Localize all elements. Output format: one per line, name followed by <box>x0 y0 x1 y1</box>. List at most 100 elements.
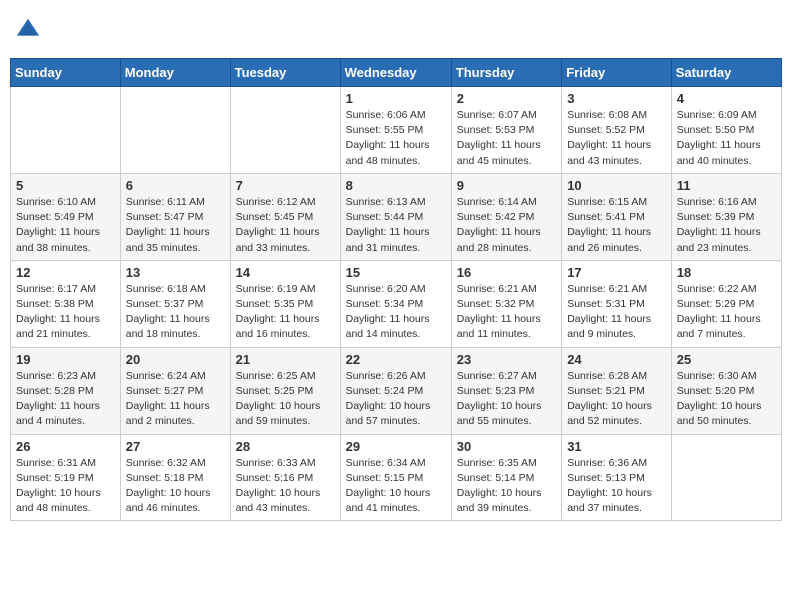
logo <box>14 16 46 44</box>
day-info: Sunrise: 6:26 AM Sunset: 5:24 PM Dayligh… <box>346 369 446 430</box>
calendar: SundayMondayTuesdayWednesdayThursdayFrid… <box>10 58 782 521</box>
week-row-4: 19Sunrise: 6:23 AM Sunset: 5:28 PM Dayli… <box>11 347 782 434</box>
day-number: 10 <box>567 178 666 193</box>
week-row-2: 5 Sunrise: 6:10 AM Sunset: 5:49 PM Daylig… <box>11 173 782 260</box>
day-info: Sunrise: 6:16 AM Sunset: 5:39 PM Dayligh… <box>677 195 776 256</box>
calendar-cell: 19Sunrise: 6:23 AM Sunset: 5:28 PM Dayli… <box>11 347 121 434</box>
day-number: 21 <box>236 352 335 367</box>
calendar-cell <box>671 434 781 521</box>
day-number: 3 <box>567 91 666 106</box>
day-number: 2 <box>457 91 556 106</box>
week-row-1: 1 Sunrise: 6:06 AM Sunset: 5:55 PM Daylig… <box>11 87 782 174</box>
day-info: Sunrise: 6:33 AM Sunset: 5:16 PM Dayligh… <box>236 456 335 517</box>
day-info: Sunrise: 6:21 AM Sunset: 5:31 PM Dayligh… <box>567 282 666 343</box>
day-info: Sunrise: 6:24 AM Sunset: 5:27 PM Dayligh… <box>126 369 225 430</box>
calendar-cell: 23 Sunrise: 6:27 AM Sunset: 5:23 PM Dayli… <box>451 347 561 434</box>
day-number: 25 <box>677 352 776 367</box>
day-info: Sunrise: 6:08 AM Sunset: 5:52 PM Dayligh… <box>567 108 666 169</box>
day-info: Sunrise: 6:31 AM Sunset: 5:19 PM Dayligh… <box>16 456 115 517</box>
day-number: 17 <box>567 265 666 280</box>
calendar-cell: 31Sunrise: 6:36 AM Sunset: 5:13 PM Dayli… <box>562 434 672 521</box>
day-number: 1 <box>346 91 446 106</box>
weekday-header-saturday: Saturday <box>671 59 781 87</box>
week-row-3: 12 Sunrise: 6:17 AM Sunset: 5:38 PM Dayli… <box>11 260 782 347</box>
day-info: Sunrise: 6:30 AM Sunset: 5:20 PM Dayligh… <box>677 369 776 430</box>
day-info: Sunrise: 6:14 AM Sunset: 5:42 PM Dayligh… <box>457 195 556 256</box>
calendar-cell <box>11 87 121 174</box>
calendar-cell: 27 Sunrise: 6:32 AM Sunset: 5:18 PM Dayli… <box>120 434 230 521</box>
calendar-cell: 2 Sunrise: 6:07 AM Sunset: 5:53 PM Daylig… <box>451 87 561 174</box>
calendar-cell: 1 Sunrise: 6:06 AM Sunset: 5:55 PM Daylig… <box>340 87 451 174</box>
day-info: Sunrise: 6:19 AM Sunset: 5:35 PM Dayligh… <box>236 282 335 343</box>
day-info: Sunrise: 6:10 AM Sunset: 5:49 PM Dayligh… <box>16 195 115 256</box>
calendar-cell: 17 Sunrise: 6:21 AM Sunset: 5:31 PM Dayli… <box>562 260 672 347</box>
day-number: 22 <box>346 352 446 367</box>
weekday-header-tuesday: Tuesday <box>230 59 340 87</box>
day-number: 5 <box>16 178 115 193</box>
day-number: 31 <box>567 439 666 454</box>
day-number: 15 <box>346 265 446 280</box>
day-number: 30 <box>457 439 556 454</box>
day-info: Sunrise: 6:21 AM Sunset: 5:32 PM Dayligh… <box>457 282 556 343</box>
calendar-cell: 6 Sunrise: 6:11 AM Sunset: 5:47 PM Daylig… <box>120 173 230 260</box>
day-info: Sunrise: 6:35 AM Sunset: 5:14 PM Dayligh… <box>457 456 556 517</box>
calendar-cell: 13Sunrise: 6:18 AM Sunset: 5:37 PM Dayli… <box>120 260 230 347</box>
calendar-cell: 30 Sunrise: 6:35 AM Sunset: 5:14 PM Dayli… <box>451 434 561 521</box>
calendar-cell: 22 Sunrise: 6:26 AM Sunset: 5:24 PM Dayli… <box>340 347 451 434</box>
logo-icon <box>14 16 42 44</box>
weekday-header-row: SundayMondayTuesdayWednesdayThursdayFrid… <box>11 59 782 87</box>
week-row-5: 26Sunrise: 6:31 AM Sunset: 5:19 PM Dayli… <box>11 434 782 521</box>
day-info: Sunrise: 6:17 AM Sunset: 5:38 PM Dayligh… <box>16 282 115 343</box>
calendar-cell: 24 Sunrise: 6:28 AM Sunset: 5:21 PM Dayli… <box>562 347 672 434</box>
day-number: 20 <box>126 352 225 367</box>
day-info: Sunrise: 6:12 AM Sunset: 5:45 PM Dayligh… <box>236 195 335 256</box>
calendar-cell: 21 Sunrise: 6:25 AM Sunset: 5:25 PM Dayli… <box>230 347 340 434</box>
day-number: 24 <box>567 352 666 367</box>
calendar-cell <box>120 87 230 174</box>
calendar-cell: 25 Sunrise: 6:30 AM Sunset: 5:20 PM Dayli… <box>671 347 781 434</box>
day-info: Sunrise: 6:06 AM Sunset: 5:55 PM Dayligh… <box>346 108 446 169</box>
day-info: Sunrise: 6:13 AM Sunset: 5:44 PM Dayligh… <box>346 195 446 256</box>
day-info: Sunrise: 6:32 AM Sunset: 5:18 PM Dayligh… <box>126 456 225 517</box>
page-header <box>10 10 782 50</box>
day-info: Sunrise: 6:34 AM Sunset: 5:15 PM Dayligh… <box>346 456 446 517</box>
day-info: Sunrise: 6:27 AM Sunset: 5:23 PM Dayligh… <box>457 369 556 430</box>
day-number: 8 <box>346 178 446 193</box>
calendar-cell: 10Sunrise: 6:15 AM Sunset: 5:41 PM Dayli… <box>562 173 672 260</box>
weekday-header-sunday: Sunday <box>11 59 121 87</box>
day-number: 12 <box>16 265 115 280</box>
day-number: 13 <box>126 265 225 280</box>
day-info: Sunrise: 6:20 AM Sunset: 5:34 PM Dayligh… <box>346 282 446 343</box>
calendar-cell: 16 Sunrise: 6:21 AM Sunset: 5:32 PM Dayli… <box>451 260 561 347</box>
calendar-cell: 7 Sunrise: 6:12 AM Sunset: 5:45 PM Daylig… <box>230 173 340 260</box>
day-number: 16 <box>457 265 556 280</box>
weekday-header-thursday: Thursday <box>451 59 561 87</box>
day-number: 19 <box>16 352 115 367</box>
weekday-header-friday: Friday <box>562 59 672 87</box>
day-info: Sunrise: 6:11 AM Sunset: 5:47 PM Dayligh… <box>126 195 225 256</box>
weekday-header-wednesday: Wednesday <box>340 59 451 87</box>
calendar-cell: 12 Sunrise: 6:17 AM Sunset: 5:38 PM Dayli… <box>11 260 121 347</box>
day-number: 27 <box>126 439 225 454</box>
calendar-cell: 8 Sunrise: 6:13 AM Sunset: 5:44 PM Daylig… <box>340 173 451 260</box>
calendar-cell: 15 Sunrise: 6:20 AM Sunset: 5:34 PM Dayli… <box>340 260 451 347</box>
calendar-cell: 9Sunrise: 6:14 AM Sunset: 5:42 PM Daylig… <box>451 173 561 260</box>
day-info: Sunrise: 6:09 AM Sunset: 5:50 PM Dayligh… <box>677 108 776 169</box>
day-number: 29 <box>346 439 446 454</box>
day-number: 18 <box>677 265 776 280</box>
day-number: 14 <box>236 265 335 280</box>
calendar-cell <box>230 87 340 174</box>
calendar-cell: 11Sunrise: 6:16 AM Sunset: 5:39 PM Dayli… <box>671 173 781 260</box>
day-info: Sunrise: 6:07 AM Sunset: 5:53 PM Dayligh… <box>457 108 556 169</box>
day-number: 23 <box>457 352 556 367</box>
day-info: Sunrise: 6:28 AM Sunset: 5:21 PM Dayligh… <box>567 369 666 430</box>
day-number: 7 <box>236 178 335 193</box>
calendar-cell: 3 Sunrise: 6:08 AM Sunset: 5:52 PM Daylig… <box>562 87 672 174</box>
calendar-cell: 14 Sunrise: 6:19 AM Sunset: 5:35 PM Dayli… <box>230 260 340 347</box>
calendar-cell: 29 Sunrise: 6:34 AM Sunset: 5:15 PM Dayli… <box>340 434 451 521</box>
day-number: 6 <box>126 178 225 193</box>
weekday-header-monday: Monday <box>120 59 230 87</box>
calendar-cell: 4Sunrise: 6:09 AM Sunset: 5:50 PM Daylig… <box>671 87 781 174</box>
day-info: Sunrise: 6:25 AM Sunset: 5:25 PM Dayligh… <box>236 369 335 430</box>
day-number: 28 <box>236 439 335 454</box>
